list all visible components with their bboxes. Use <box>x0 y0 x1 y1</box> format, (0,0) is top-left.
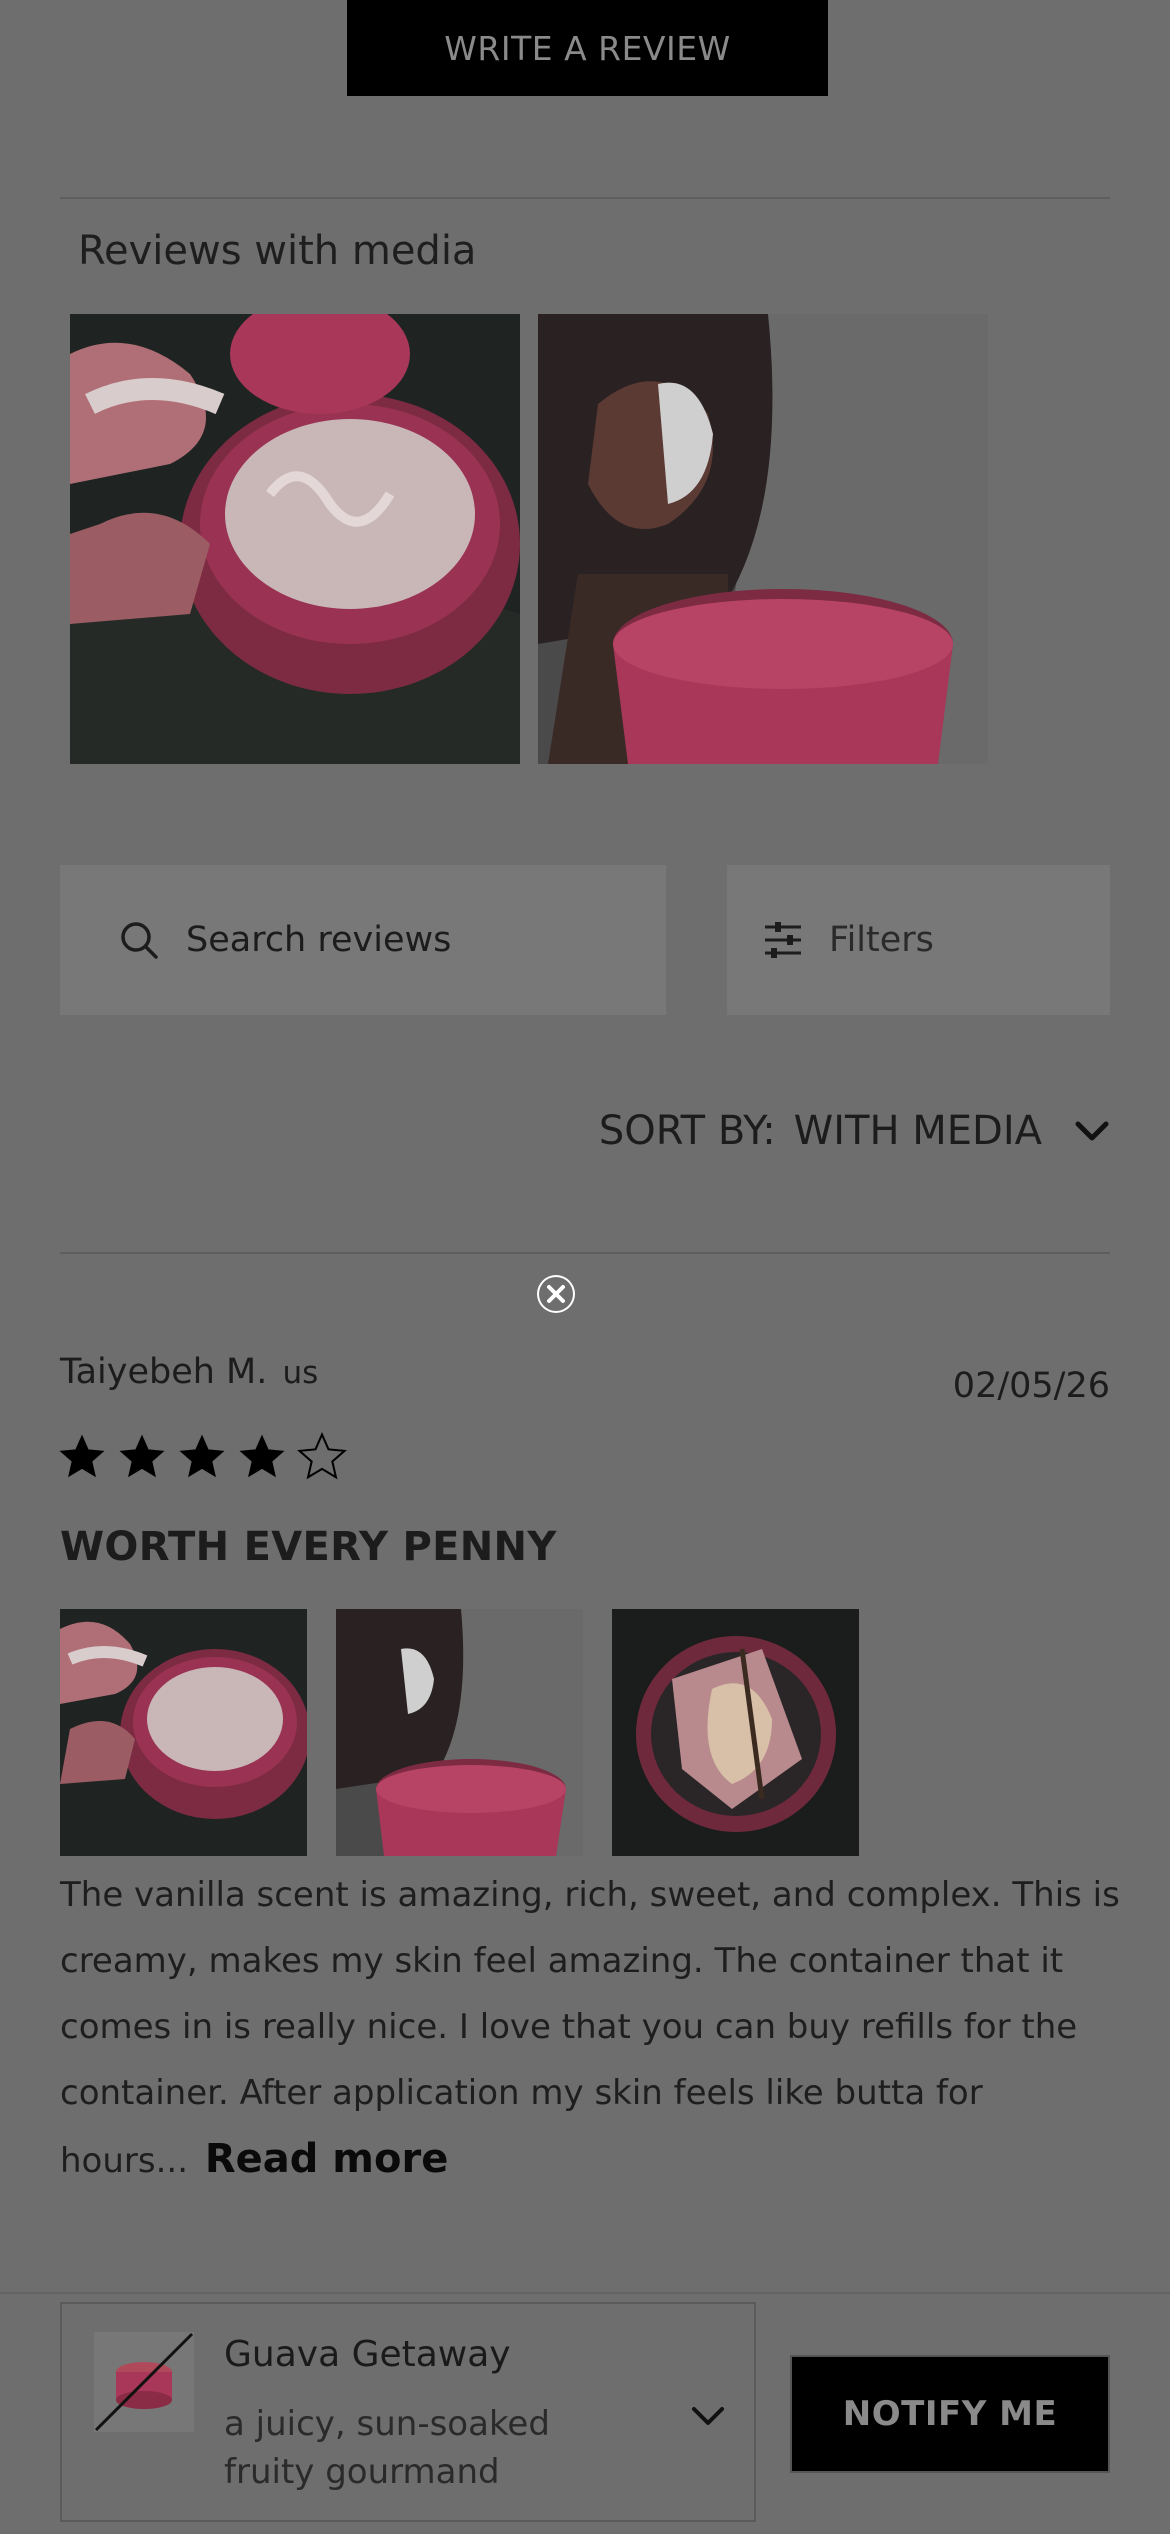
product-variant-selector[interactable]: Guava Getaway a juicy, sun-soaked fruity… <box>60 2302 756 2522</box>
review-photo-3[interactable] <box>612 1609 859 1856</box>
search-icon <box>121 922 158 959</box>
star-icon <box>179 1434 225 1478</box>
write-review-button[interactable]: WRITE A REVIEW <box>347 0 828 96</box>
reviewer-author: Taiyebeh M. <box>60 1352 268 1392</box>
chevron-down-icon <box>692 2407 724 2425</box>
star-icon <box>119 1434 165 1478</box>
reviewer-name: Taiyebeh M. us <box>60 1352 318 1392</box>
filters-icon <box>765 922 801 958</box>
review-photo-2[interactable] <box>336 1609 583 1856</box>
notify-me-button[interactable]: NOTIFY ME <box>790 2355 1110 2473</box>
chevron-down-icon <box>1075 1121 1109 1141</box>
filters-label: Filters <box>829 920 934 960</box>
product-description: a juicy, sun-soaked fruity gourmand <box>224 2404 550 2492</box>
sort-dropdown[interactable]: SORT BY: WITH MEDIA <box>599 1108 1110 1154</box>
filters-button[interactable]: Filters <box>727 865 1110 1015</box>
review-title: WORTH EVERY PENNY <box>60 1524 557 1570</box>
read-more-link[interactable]: Read more <box>205 2136 449 2182</box>
sort-label: SORT BY: <box>598 1108 776 1154</box>
product-name: Guava Getaway <box>224 2334 511 2375</box>
close-button[interactable] <box>537 1275 575 1313</box>
reviews-with-media-title: Reviews with media <box>78 228 477 274</box>
product-thumbnail <box>94 2332 194 2432</box>
media-image-2[interactable] <box>538 314 988 764</box>
media-image-1[interactable] <box>70 314 520 764</box>
star-icon <box>59 1434 105 1478</box>
review-date: 02/05/26 <box>952 1366 1110 1406</box>
star-icon <box>297 1431 347 1480</box>
divider <box>60 1252 1110 1254</box>
reviewer-country: us <box>282 1355 319 1391</box>
divider <box>60 197 1110 199</box>
star-rating <box>55 1430 349 1484</box>
review-body: The vanilla scent is amazing, rich, swee… <box>60 1862 1120 2194</box>
review-photo-1[interactable] <box>60 1609 307 1856</box>
sort-value: WITH MEDIA <box>793 1108 1042 1154</box>
close-icon <box>539 1277 573 1311</box>
search-reviews-input[interactable]: Search reviews <box>60 865 666 1015</box>
search-placeholder: Search reviews <box>186 920 452 960</box>
star-icon <box>239 1434 285 1478</box>
